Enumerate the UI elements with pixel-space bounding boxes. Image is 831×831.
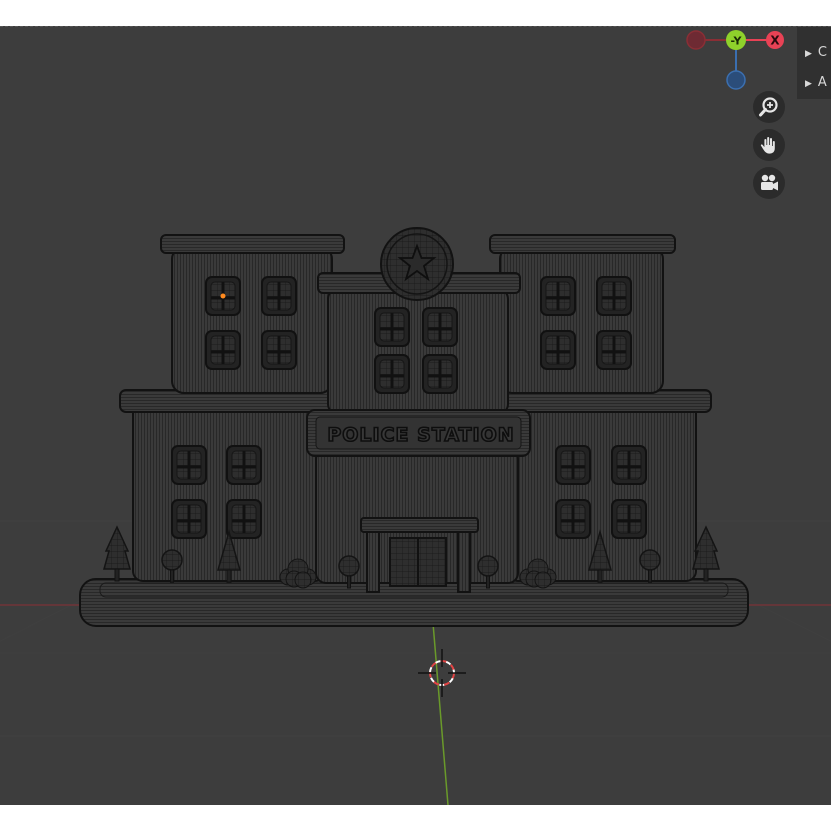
zoom-magnifier-icon: [759, 97, 778, 117]
camera-view-button[interactable]: [753, 167, 785, 199]
axis-gizmo[interactable]: X -Y: [686, 30, 784, 90]
3d-cursor-icon[interactable]: [418, 649, 466, 697]
gizmo-z-handle[interactable]: [726, 70, 746, 90]
zoom-button[interactable]: [753, 91, 785, 123]
side-panel-item[interactable]: ▶ A: [805, 75, 827, 91]
gizmo-x-handle[interactable]: X: [766, 31, 784, 49]
side-panel: ▶ C ▶ A: [797, 27, 831, 99]
expand-arrow-icon: ▶: [805, 49, 812, 59]
camera-view-icon: [761, 174, 778, 191]
police-station-sign: POLICE STATION: [306, 409, 531, 457]
expand-arrow-icon: ▶: [805, 79, 812, 89]
side-panel-item[interactable]: ▶ C: [805, 45, 827, 61]
3d-viewport[interactable]: POLICE STATION X -Y ▶ C ▶ A: [0, 26, 831, 805]
y-axis-line: [432, 622, 449, 805]
svg-text:-Y: -Y: [731, 35, 743, 48]
svg-text:X: X: [770, 34, 780, 48]
gizmo-y-handle[interactable]: -Y: [726, 30, 746, 50]
hand-pan-icon: [760, 136, 776, 155]
sign-text: POLICE STATION: [327, 424, 514, 446]
pan-button[interactable]: [753, 129, 785, 161]
scene-canvas[interactable]: POLICE STATION X -Y: [0, 26, 831, 805]
gizmo-neg-x-handle[interactable]: [686, 30, 706, 50]
upper-right-tower: [489, 234, 676, 394]
entrance-portico: [360, 517, 479, 593]
upper-left-tower: [160, 234, 345, 394]
